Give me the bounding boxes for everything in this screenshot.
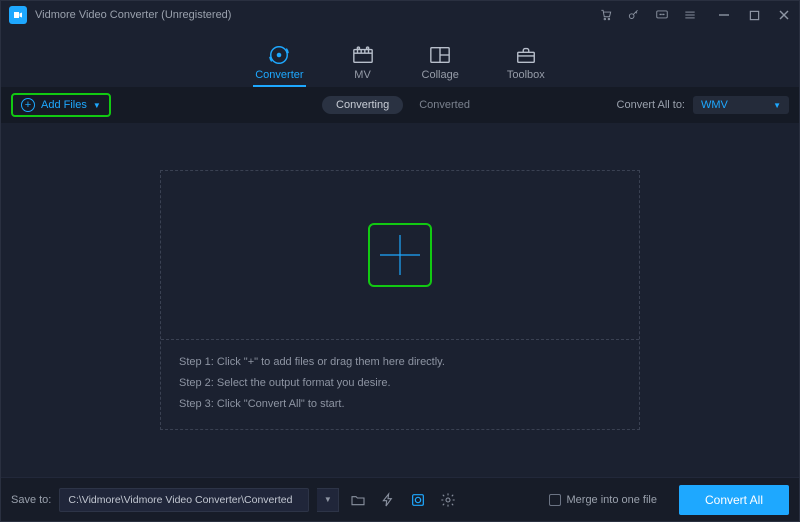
footer: Save to: C:\Vidmore\Vidmore Video Conver… <box>1 477 799 521</box>
main-nav: Converter MV Collage Toolbox <box>1 29 799 87</box>
app-logo <box>9 6 27 24</box>
toolbox-icon <box>515 45 537 65</box>
output-format-value: WMV <box>701 99 728 111</box>
settings-icon[interactable] <box>437 489 459 511</box>
dropzone[interactable]: Step 1: Click "+" to add files or drag t… <box>160 170 640 430</box>
add-file-highlight <box>368 223 432 287</box>
feedback-icon[interactable] <box>655 8 669 22</box>
collage-icon <box>429 45 451 65</box>
stage: Step 1: Click "+" to add files or drag t… <box>1 123 799 477</box>
merge-checkbox[interactable]: Merge into one file <box>549 494 658 506</box>
tab-collage[interactable]: Collage <box>422 45 459 87</box>
tab-converted[interactable]: Converted <box>411 96 478 114</box>
step-text: Step 2: Select the output format you des… <box>179 373 621 394</box>
window-controls <box>717 8 791 22</box>
minimize-button[interactable] <box>717 8 731 22</box>
save-to-label: Save to: <box>11 494 51 506</box>
tab-label: MV <box>354 69 371 81</box>
dropzone-steps: Step 1: Click "+" to add files or drag t… <box>161 340 639 429</box>
step-text: Step 3: Click "Convert All" to start. <box>179 394 621 415</box>
chevron-down-icon: ▼ <box>93 101 101 110</box>
convert-all-to: Convert All to: WMV ▼ <box>617 96 789 114</box>
toolbar: + Add Files ▼ Converting Converted Conve… <box>1 87 799 123</box>
mv-icon <box>352 45 374 65</box>
tab-label: Toolbox <box>507 69 545 81</box>
checkbox-icon <box>549 494 561 506</box>
hardware-accel-icon[interactable] <box>377 489 399 511</box>
tab-label: Converter <box>255 69 303 81</box>
chevron-down-icon: ▼ <box>773 101 781 110</box>
add-files-label: Add Files <box>41 99 87 111</box>
app-title: Vidmore Video Converter (Unregistered) <box>35 9 231 21</box>
close-button[interactable] <box>777 8 791 22</box>
status-tabs: Converting Converted <box>322 96 478 114</box>
tab-label: Collage <box>422 69 459 81</box>
app-window: Vidmore Video Converter (Unregistered) <box>0 0 800 522</box>
converter-icon <box>268 45 290 65</box>
system-icons <box>599 8 697 22</box>
titlebar: Vidmore Video Converter (Unregistered) <box>1 1 799 29</box>
merge-label: Merge into one file <box>567 494 658 506</box>
tab-mv[interactable]: MV <box>352 45 374 87</box>
plus-circle-icon: + <box>21 98 35 112</box>
tab-converter[interactable]: Converter <box>255 45 303 87</box>
cart-icon[interactable] <box>599 8 613 22</box>
dropzone-top <box>161 171 639 339</box>
convert-all-to-label: Convert All to: <box>617 99 685 111</box>
tab-toolbox[interactable]: Toolbox <box>507 45 545 87</box>
maximize-button[interactable] <box>747 8 761 22</box>
high-speed-icon[interactable] <box>407 489 429 511</box>
convert-all-button[interactable]: Convert All <box>679 485 789 515</box>
save-to-path[interactable]: C:\Vidmore\Vidmore Video Converter\Conve… <box>59 488 309 512</box>
output-format-select[interactable]: WMV ▼ <box>693 96 789 114</box>
add-files-button[interactable]: + Add Files ▼ <box>11 93 111 117</box>
step-text: Step 1: Click "+" to add files or drag t… <box>179 352 621 373</box>
key-icon[interactable] <box>627 8 641 22</box>
open-folder-icon[interactable] <box>347 489 369 511</box>
add-file-plus-button[interactable] <box>374 229 426 281</box>
menu-icon[interactable] <box>683 8 697 22</box>
tab-converting[interactable]: Converting <box>322 96 403 114</box>
save-to-dropdown[interactable]: ▼ <box>317 488 339 512</box>
